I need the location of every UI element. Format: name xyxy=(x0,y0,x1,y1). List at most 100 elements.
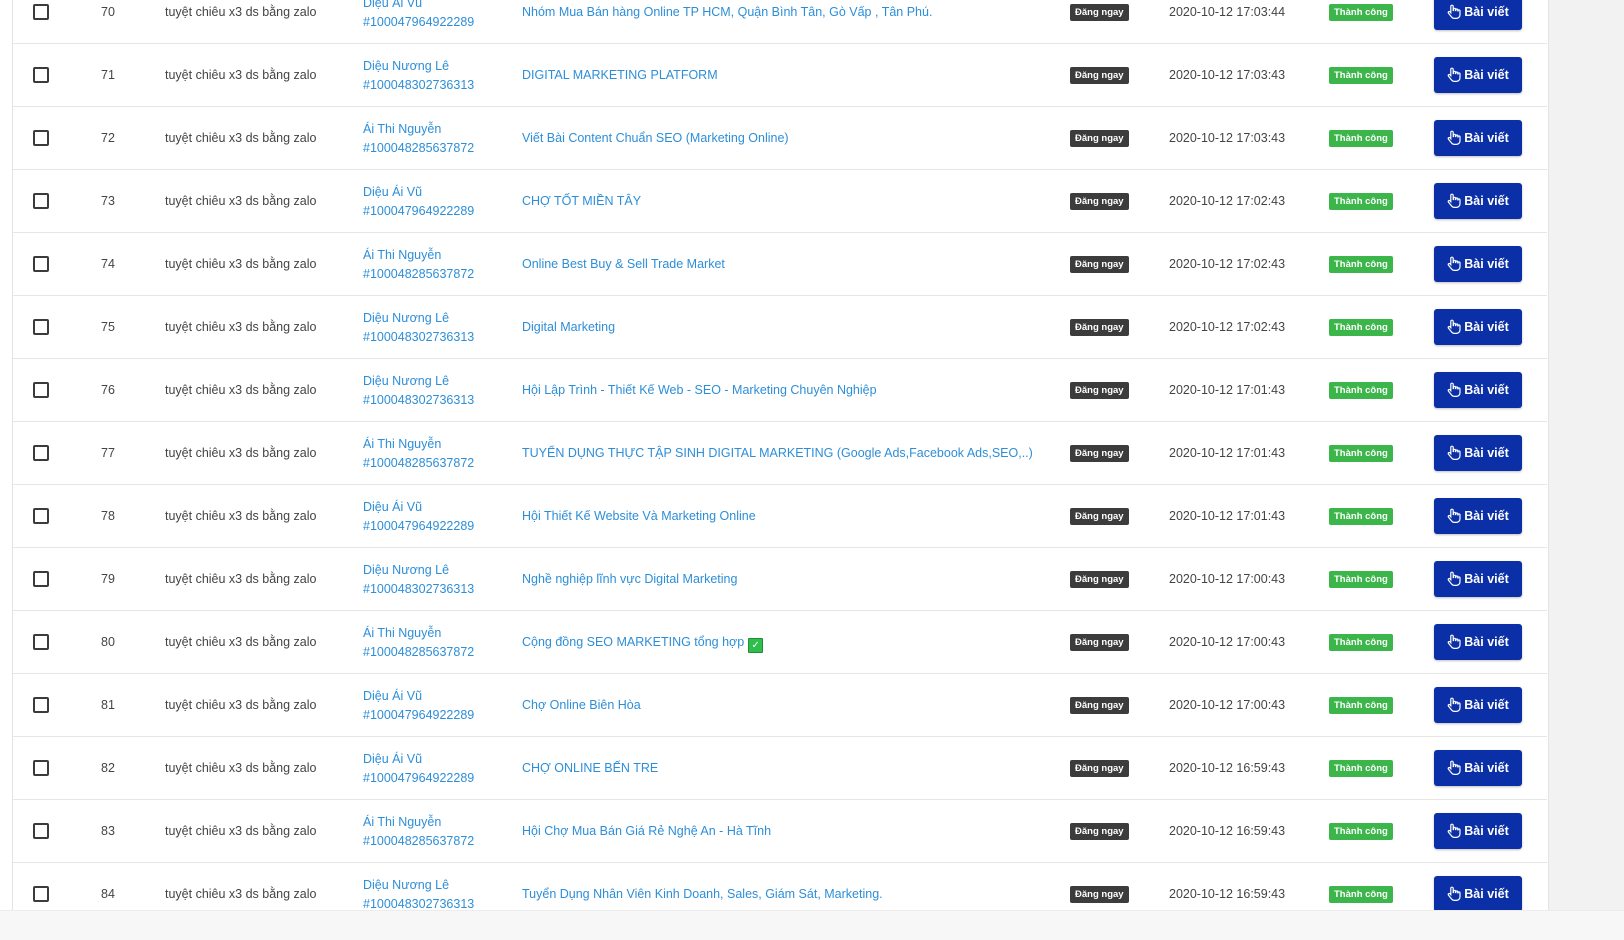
group-link[interactable]: Nhóm Mua Bán hàng Online TP HCM, Quận Bì… xyxy=(522,5,932,19)
account-link[interactable]: Diệu Ái Vũ #100047964922289 xyxy=(363,498,474,536)
view-post-button[interactable]: Bài viết xyxy=(1434,813,1522,849)
account-id[interactable]: #100047964922289 xyxy=(363,706,474,725)
account-id[interactable]: #100047964922289 xyxy=(363,769,474,788)
view-post-button[interactable]: Bài viết xyxy=(1434,624,1522,660)
group-name[interactable]: Online Best Buy & Sell Trade Market xyxy=(522,257,725,271)
account-name[interactable]: Diệu Ái Vũ xyxy=(363,498,474,517)
group-name[interactable]: Nhóm Mua Bán hàng Online TP HCM, Quận Bì… xyxy=(522,5,932,19)
account-link[interactable]: Ái Thi Nguyễn #100048285637872 xyxy=(363,624,474,662)
account-link[interactable]: Diệu Nương Lê #100048302736313 xyxy=(363,372,474,410)
group-name[interactable]: Cộng đồng SEO MARKETING tổng hợp xyxy=(522,635,744,649)
account-id[interactable]: #100048285637872 xyxy=(363,832,474,851)
row-checkbox[interactable] xyxy=(33,697,49,713)
group-link[interactable]: CHỢ TỐT MIỀN TÂY xyxy=(522,194,641,208)
account-name[interactable]: Ái Thi Nguyễn xyxy=(363,624,474,643)
account-name[interactable]: Diệu Nương Lê xyxy=(363,57,474,76)
row-checkbox[interactable] xyxy=(33,4,49,20)
group-link[interactable]: DIGITAL MARKETING PLATFORM xyxy=(522,68,718,82)
view-post-button[interactable]: Bài viết xyxy=(1434,0,1522,30)
row-checkbox[interactable] xyxy=(33,634,49,650)
group-name[interactable]: CHỢ ONLINE BẾN TRE xyxy=(522,761,658,775)
account-link[interactable]: Diệu Nương Lê #100048302736313 xyxy=(363,561,474,599)
row-checkbox[interactable] xyxy=(33,67,49,83)
account-name[interactable]: Ái Thi Nguyễn xyxy=(363,246,474,265)
group-link[interactable]: Hội Lập Trình - Thiết Kế Web - SEO - Mar… xyxy=(522,383,877,397)
account-link[interactable]: Ái Thi Nguyễn #100048285637872 xyxy=(363,435,474,473)
account-link[interactable]: Diệu Ái Vũ #100047964922289 xyxy=(363,750,474,788)
account-id[interactable]: #100047964922289 xyxy=(363,13,474,32)
account-name[interactable]: Ái Thi Nguyễn xyxy=(363,813,474,832)
account-name[interactable]: Diệu Ái Vũ xyxy=(363,183,474,202)
row-checkbox[interactable] xyxy=(33,256,49,272)
account-id[interactable]: #100048285637872 xyxy=(363,139,474,158)
group-name[interactable]: Chợ Online Biên Hòa xyxy=(522,698,641,712)
view-post-button[interactable]: Bài viết xyxy=(1434,435,1522,471)
account-id[interactable]: #100047964922289 xyxy=(363,202,474,221)
account-link[interactable]: Diệu Ái Vũ #100047964922289 xyxy=(363,687,474,725)
account-id[interactable]: #100048302736313 xyxy=(363,580,474,599)
group-link[interactable]: Cộng đồng SEO MARKETING tổng hợp ✓ xyxy=(522,635,764,653)
account-id[interactable]: #100047964922289 xyxy=(363,517,474,536)
account-link[interactable]: Diệu Ái Vũ #100047964922289 xyxy=(363,183,474,221)
group-name[interactable]: TUYỂN DỤNG THỰC TẬP SINH DIGITAL MARKETI… xyxy=(522,446,1033,460)
account-link[interactable]: Diệu Nương Lê #100048302736313 xyxy=(363,57,474,95)
row-checkbox[interactable] xyxy=(33,193,49,209)
group-link[interactable]: Tuyển Dụng Nhân Viên Kinh Doanh, Sales, … xyxy=(522,887,883,901)
account-id[interactable]: #100048302736313 xyxy=(363,328,474,347)
view-post-button[interactable]: Bài viết xyxy=(1434,876,1522,912)
group-link[interactable]: Viết Bài Content Chuẩn SEO (Marketing On… xyxy=(522,131,789,145)
account-name[interactable]: Diệu Ái Vũ xyxy=(363,750,474,769)
row-checkbox[interactable] xyxy=(33,886,49,902)
group-name[interactable]: Nghề nghiệp lĩnh vực Digital Marketing xyxy=(522,572,737,586)
account-link[interactable]: Diệu Nương Lê #100048302736313 xyxy=(363,309,474,347)
account-link[interactable]: Ái Thi Nguyễn #100048285637872 xyxy=(363,246,474,284)
account-name[interactable]: Ái Thi Nguyễn xyxy=(363,435,474,454)
account-name[interactable]: Ái Thi Nguyễn xyxy=(363,120,474,139)
group-link[interactable]: Nghề nghiệp lĩnh vực Digital Marketing xyxy=(522,572,737,586)
view-post-button[interactable]: Bài viết xyxy=(1434,561,1522,597)
row-checkbox[interactable] xyxy=(33,571,49,587)
account-id[interactable]: #100048302736313 xyxy=(363,391,474,410)
group-link[interactable]: Hội Chợ Mua Bán Giá Rẻ Nghệ An - Hà Tĩnh xyxy=(522,824,771,838)
group-name[interactable]: Hội Chợ Mua Bán Giá Rẻ Nghệ An - Hà Tĩnh xyxy=(522,824,771,838)
account-link[interactable]: Diệu Nương Lê #100048302736313 xyxy=(363,876,474,914)
account-name[interactable]: Diệu Nương Lê xyxy=(363,876,474,895)
account-id[interactable]: #100048285637872 xyxy=(363,643,474,662)
group-link[interactable]: Digital Marketing xyxy=(522,320,615,334)
account-id[interactable]: #100048285637872 xyxy=(363,454,474,473)
row-checkbox[interactable] xyxy=(33,823,49,839)
group-name[interactable]: Hội Thiết Kế Website Và Marketing Online xyxy=(522,509,756,523)
row-checkbox[interactable] xyxy=(33,319,49,335)
group-name[interactable]: Hội Lập Trình - Thiết Kế Web - SEO - Mar… xyxy=(522,383,877,397)
group-link[interactable]: Hội Thiết Kế Website Và Marketing Online xyxy=(522,509,756,523)
group-name[interactable]: Tuyển Dụng Nhân Viên Kinh Doanh, Sales, … xyxy=(522,887,883,901)
group-name[interactable]: Digital Marketing xyxy=(522,320,615,334)
account-link[interactable]: Ái Thi Nguyễn #100048285637872 xyxy=(363,120,474,158)
view-post-button[interactable]: Bài viết xyxy=(1434,750,1522,786)
view-post-button[interactable]: Bài viết xyxy=(1434,309,1522,345)
row-checkbox[interactable] xyxy=(33,508,49,524)
account-id[interactable]: #100048285637872 xyxy=(363,265,474,284)
view-post-button[interactable]: Bài viết xyxy=(1434,372,1522,408)
account-id[interactable]: #100048302736313 xyxy=(363,76,474,95)
view-post-button[interactable]: Bài viết xyxy=(1434,498,1522,534)
account-name[interactable]: Diệu Ái Vũ xyxy=(363,687,474,706)
account-name[interactable]: Diệu Nương Lê xyxy=(363,372,474,391)
group-link[interactable]: Online Best Buy & Sell Trade Market xyxy=(522,257,725,271)
account-link[interactable]: Diệu Ái Vũ #100047964922289 xyxy=(363,0,474,32)
account-name[interactable]: Diệu Nương Lê xyxy=(363,561,474,580)
view-post-button[interactable]: Bài viết xyxy=(1434,246,1522,282)
account-link[interactable]: Ái Thi Nguyễn #100048285637872 xyxy=(363,813,474,851)
account-name[interactable]: Diệu Nương Lê xyxy=(363,309,474,328)
view-post-button[interactable]: Bài viết xyxy=(1434,687,1522,723)
row-checkbox[interactable] xyxy=(33,445,49,461)
row-checkbox[interactable] xyxy=(33,382,49,398)
view-post-button[interactable]: Bài viết xyxy=(1434,120,1522,156)
group-name[interactable]: CHỢ TỐT MIỀN TÂY xyxy=(522,194,641,208)
group-link[interactable]: Chợ Online Biên Hòa xyxy=(522,698,641,712)
group-link[interactable]: CHỢ ONLINE BẾN TRE xyxy=(522,761,658,775)
group-name[interactable]: Viết Bài Content Chuẩn SEO (Marketing On… xyxy=(522,131,789,145)
group-name[interactable]: DIGITAL MARKETING PLATFORM xyxy=(522,68,718,82)
view-post-button[interactable]: Bài viết xyxy=(1434,57,1522,93)
view-post-button[interactable]: Bài viết xyxy=(1434,183,1522,219)
